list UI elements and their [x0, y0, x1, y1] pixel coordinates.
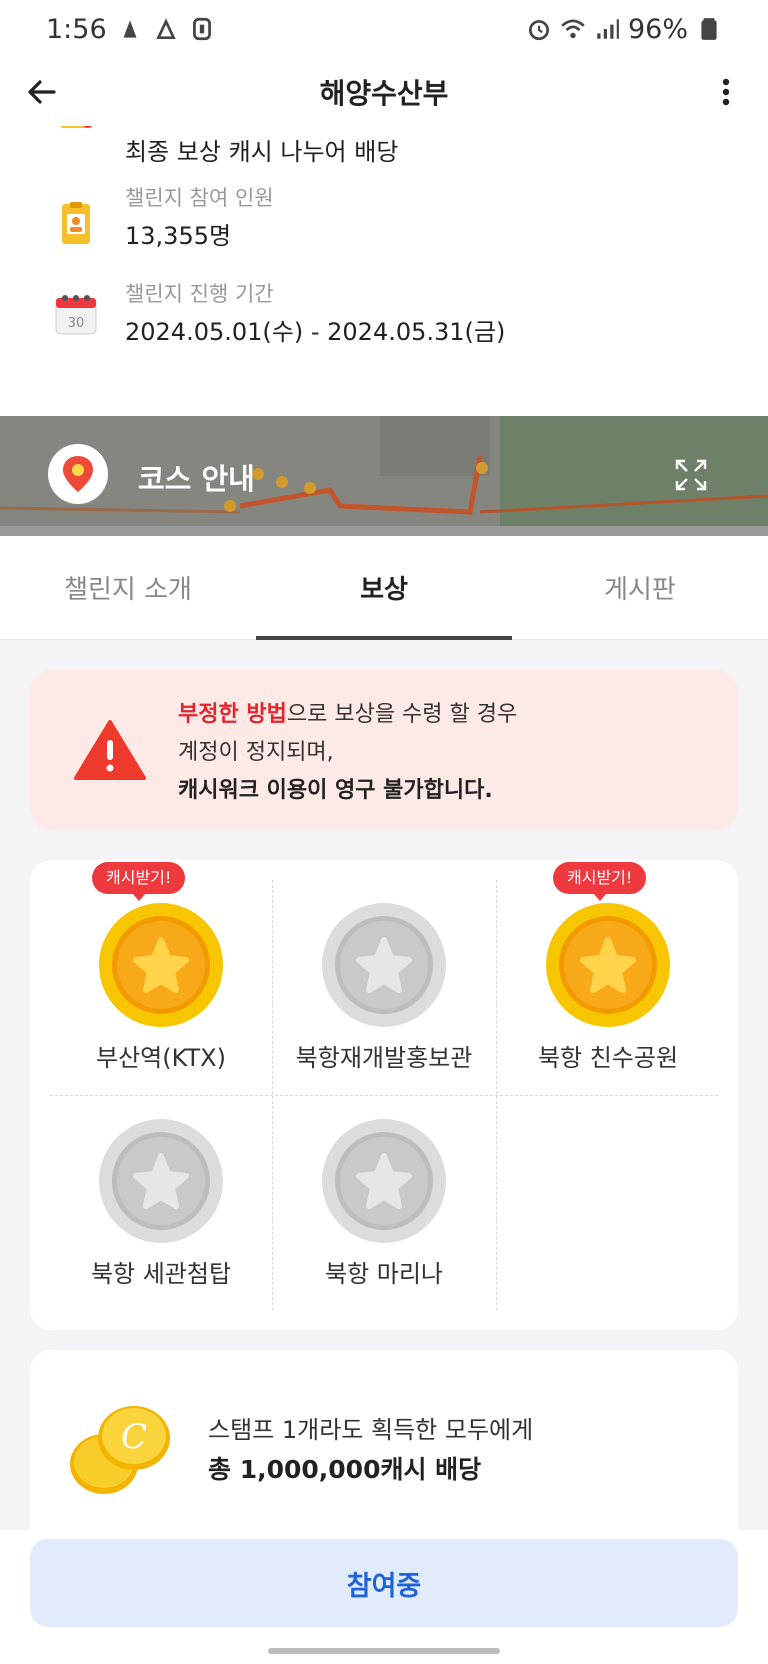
period-label: 챌린지 진행 기간 — [125, 282, 274, 306]
participants-value: 13,355명 — [125, 222, 232, 250]
warning-red-text: 부정한 방법 — [178, 702, 287, 727]
warning-text: 부정한 방법으로 보상을 수령 할 경우 계정이 정지되며, 캐시워크 이용이 … — [178, 696, 517, 810]
cash-badge[interactable]: 캐시받기! — [553, 862, 647, 901]
calendar-icon: 30 — [55, 295, 97, 335]
map-thumbnail — [0, 416, 768, 536]
location-pin-icon — [48, 444, 108, 504]
participants-label: 챌린지 참여 인원 — [125, 186, 274, 210]
reward-content: 부정한 방법으로 보상을 수령 할 경우 계정이 정지되며, 캐시워크 이용이 … — [0, 640, 768, 1550]
calendar-day: 30 — [68, 316, 85, 331]
warning-icon — [74, 720, 146, 780]
gray-star-coin-icon — [322, 1119, 446, 1243]
participating-button[interactable]: 참여중 — [30, 1539, 738, 1627]
stamp-label: 부산역(KTX) — [96, 1044, 226, 1072]
gray-star-coin-icon — [322, 903, 446, 1027]
stamp-item[interactable]: 북항 세관첨탑 — [50, 1096, 272, 1311]
period-value: 2024.05.01(수) - 2024.05.31(금) — [125, 318, 506, 346]
svg-text:C: C — [121, 1417, 147, 1457]
tab-reward[interactable]: 보상 — [256, 536, 512, 640]
battery-percent: 96% — [627, 13, 688, 45]
notification-icon — [155, 18, 176, 40]
tab-challenge-intro[interactable]: 챌린지 소개 — [0, 536, 256, 639]
reward-description: 스탬프 1개라도 획득한 모두에게 — [208, 1416, 534, 1444]
home-indicator[interactable] — [268, 1648, 500, 1654]
signal-icon — [597, 19, 619, 39]
gray-star-coin-icon — [99, 1119, 223, 1243]
battery-icon — [701, 18, 717, 40]
course-guide-label: 코스 안내 — [138, 462, 255, 496]
stamp-item[interactable]: 북항 마리나 — [273, 1096, 495, 1311]
alarm-icon — [528, 20, 550, 41]
reward-total: 총 1,000,000캐시 배당 — [208, 1455, 482, 1484]
stamp-label: 북항 세관첨탑 — [90, 1260, 232, 1288]
stamp-card: 캐시받기! 부산역(KTX) 북항재개발홍보관 캐시받기! 북항 친수공원 북항… — [30, 860, 738, 1330]
warning-text-line2: 계정이 정지되며, — [178, 740, 334, 765]
page-title: 해양수산부 — [319, 77, 449, 110]
app-bar: 해양수산부 — [0, 58, 768, 126]
warning-banner: 부정한 방법으로 보상을 수령 할 경우 계정이 정지되며, 캐시워크 이용이 … — [30, 670, 738, 830]
tab-board[interactable]: 게시판 — [512, 536, 768, 639]
stamp-item[interactable]: 북항재개발홍보관 — [273, 880, 495, 1095]
wifi-icon — [561, 19, 585, 39]
stamp-grid: 캐시받기! 부산역(KTX) 북항재개발홍보관 캐시받기! 북항 친수공원 북항… — [50, 862, 719, 1311]
back-button[interactable] — [20, 70, 64, 114]
bottom-bar: 참여중 — [0, 1530, 768, 1664]
warning-text-rest: 으로 보상을 수령 할 경우 — [286, 702, 518, 727]
reward-method-value: 최종 보상 캐시 나누어 배당 — [125, 138, 399, 166]
cash-badge[interactable]: 캐시받기! — [92, 862, 186, 901]
arrow-left-icon — [28, 80, 56, 104]
gold-star-coin-icon — [546, 903, 670, 1027]
stamp-label: 북항 마리나 — [324, 1260, 444, 1288]
challenge-info: 최종 보상 캐시 나누어 배당 챌린지 참여 인원 13,355명 30 챌린지… — [0, 120, 768, 416]
id-badge-icon — [62, 202, 90, 244]
gold-star-coin-icon — [99, 903, 223, 1027]
stamp-item[interactable]: 캐시받기! 북항 친수공원 — [497, 862, 719, 1095]
more-vertical-icon — [722, 78, 730, 106]
stamp-label: 북항재개발홍보관 — [295, 1044, 473, 1072]
stamp-label: 북항 친수공원 — [537, 1044, 679, 1072]
stamp-item[interactable]: 캐시받기! 부산역(KTX) — [50, 862, 272, 1095]
status-time: 1:56 — [46, 13, 107, 45]
status-bar: 1:56 96% — [0, 0, 768, 58]
shield-icon — [192, 17, 211, 41]
reward-card: C 스탬프 1개라도 획득한 모두에게 총 1,000,000캐시 배당 — [30, 1350, 738, 1550]
more-options-button[interactable] — [704, 70, 748, 114]
tab-bar: 챌린지 소개 보상 게시판 — [0, 536, 768, 640]
cash-coins-icon: C — [70, 1406, 170, 1494]
expand-icon[interactable] — [674, 458, 708, 492]
notification-icon — [123, 20, 137, 38]
warning-text-line3: 캐시워크 이용이 영구 불가합니다. — [178, 778, 493, 803]
course-map-banner[interactable]: 코스 안내 — [0, 416, 768, 536]
